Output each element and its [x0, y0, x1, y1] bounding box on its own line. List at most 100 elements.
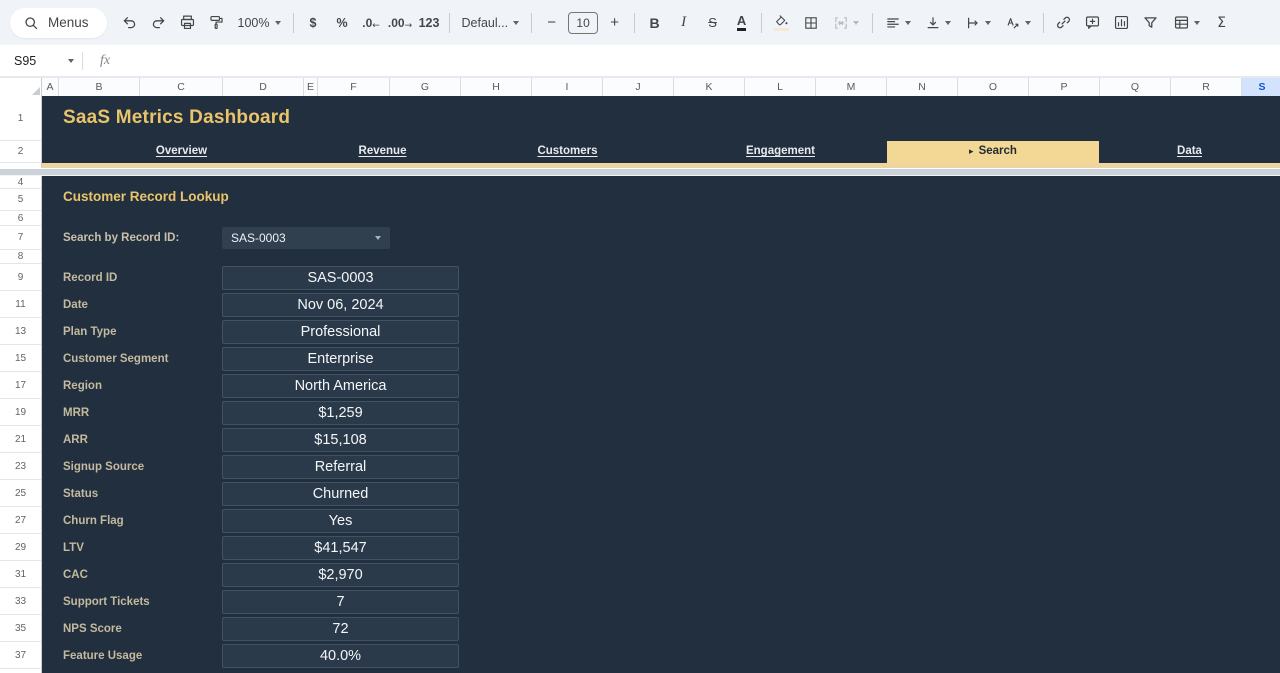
row-header-33[interactable]: 33: [0, 588, 41, 615]
tab-overview[interactable]: Overview: [59, 141, 304, 163]
field-value-cell[interactable]: $41,547: [222, 536, 459, 560]
menus-button[interactable]: Menus: [10, 8, 107, 38]
row-header-7[interactable]: 7: [0, 226, 41, 250]
row-header-11[interactable]: 11: [0, 291, 41, 318]
italic-button[interactable]: I: [670, 9, 697, 36]
tab-engagement[interactable]: Engagement: [674, 141, 887, 163]
field-value-cell[interactable]: 72: [222, 617, 459, 641]
strikethrough-button[interactable]: S: [699, 9, 726, 36]
field-value-cell[interactable]: $2,970: [222, 563, 459, 587]
row-header-19[interactable]: 19: [0, 399, 41, 426]
field-value-cell[interactable]: $15,108: [222, 428, 459, 452]
more-formats-button[interactable]: 123: [416, 9, 443, 36]
merge-cells-button[interactable]: [826, 9, 866, 36]
row-header-9[interactable]: 9: [0, 264, 41, 291]
column-header-i[interactable]: I: [532, 78, 603, 97]
font-select[interactable]: Defaul...: [455, 9, 527, 36]
field-value-cell[interactable]: Churned: [222, 482, 459, 506]
row-header-15[interactable]: 15: [0, 345, 41, 372]
row-header-8[interactable]: 8: [0, 250, 41, 264]
select-all-corner[interactable]: [0, 78, 42, 97]
row-header-2[interactable]: 2: [0, 141, 41, 163]
column-header-l[interactable]: L: [745, 78, 816, 97]
field-value-cell[interactable]: $1,259: [222, 401, 459, 425]
insert-chart-button[interactable]: [1108, 9, 1135, 36]
column-header-e[interactable]: E: [304, 78, 318, 97]
insert-comment-button[interactable]: [1079, 9, 1106, 36]
column-header-g[interactable]: G: [390, 78, 461, 97]
zoom-select[interactable]: 100%: [231, 9, 288, 36]
field-value-cell[interactable]: Professional: [222, 320, 459, 344]
tab-revenue[interactable]: Revenue: [304, 141, 461, 163]
row-header-4[interactable]: 4: [0, 176, 41, 189]
tab-search[interactable]: ▸Search: [887, 141, 1099, 163]
column-header-k[interactable]: K: [674, 78, 745, 97]
row-header-25[interactable]: 25: [0, 480, 41, 507]
row-header-37[interactable]: 37: [0, 642, 41, 669]
row-header-6[interactable]: 6: [0, 211, 41, 226]
increase-decimal-button[interactable]: .00→: [387, 9, 414, 36]
field-value-cell[interactable]: Nov 06, 2024: [222, 293, 459, 317]
paint-format-button[interactable]: [203, 9, 230, 36]
text-rotation-button[interactable]: [999, 9, 1037, 36]
field-value-cell[interactable]: Yes: [222, 509, 459, 533]
field-value-cell[interactable]: 7: [222, 590, 459, 614]
redo-button[interactable]: [145, 9, 172, 36]
column-header-h[interactable]: H: [461, 78, 532, 97]
font-size-input[interactable]: 10: [568, 12, 598, 34]
increase-font-size-button[interactable]: +: [601, 9, 628, 36]
vertical-align-button[interactable]: [919, 9, 957, 36]
row-header-21[interactable]: 21: [0, 426, 41, 453]
formula-input[interactable]: [110, 45, 1280, 76]
insert-link-button[interactable]: [1050, 9, 1077, 36]
bold-button[interactable]: B: [641, 9, 668, 36]
column-header-d[interactable]: D: [223, 78, 304, 97]
column-header-p[interactable]: P: [1029, 78, 1100, 97]
fill-color-button[interactable]: [768, 9, 795, 36]
column-header-n[interactable]: N: [887, 78, 958, 97]
tab-customers[interactable]: Customers: [461, 141, 674, 163]
row-header-29[interactable]: 29: [0, 534, 41, 561]
tab-data[interactable]: Data: [1099, 141, 1280, 163]
row-header-27[interactable]: 27: [0, 507, 41, 534]
column-header-o[interactable]: O: [958, 78, 1029, 97]
row-header-5[interactable]: 5: [0, 189, 41, 211]
cell-name-box[interactable]: S95: [0, 45, 82, 76]
field-value-cell[interactable]: 40.0%: [222, 644, 459, 668]
undo-button[interactable]: [116, 9, 143, 36]
field-value-cell[interactable]: North America: [222, 374, 459, 398]
row-header-35[interactable]: 35: [0, 615, 41, 642]
field-value-cell[interactable]: Enterprise: [222, 347, 459, 371]
format-currency-button[interactable]: $: [300, 9, 327, 36]
column-header-f[interactable]: F: [318, 78, 390, 97]
print-button[interactable]: [174, 9, 201, 36]
column-header-q[interactable]: Q: [1100, 78, 1171, 97]
decrease-decimal-button[interactable]: .0←: [358, 9, 385, 36]
decrease-font-size-button[interactable]: −: [538, 9, 565, 36]
functions-button[interactable]: Σ: [1208, 9, 1235, 36]
field-label: Record ID: [63, 266, 117, 290]
row-header-1[interactable]: 1: [0, 96, 41, 141]
text-color-button[interactable]: A: [728, 9, 755, 36]
row-header-13[interactable]: 13: [0, 318, 41, 345]
column-header-a[interactable]: A: [42, 78, 59, 97]
row-header-23[interactable]: 23: [0, 453, 41, 480]
column-header-b[interactable]: B: [59, 78, 140, 97]
format-percent-button[interactable]: %: [329, 9, 356, 36]
column-header-r[interactable]: R: [1171, 78, 1242, 97]
table-views-button[interactable]: [1166, 9, 1206, 36]
record-id-dropdown[interactable]: SAS-0003: [222, 227, 390, 249]
field-value-cell[interactable]: Referral: [222, 455, 459, 479]
row-header-31[interactable]: 31: [0, 561, 41, 588]
field-value-cell[interactable]: SAS-0003: [222, 266, 459, 290]
create-filter-button[interactable]: [1137, 9, 1164, 36]
row-header-17[interactable]: 17: [0, 372, 41, 399]
borders-button[interactable]: [797, 9, 824, 36]
collapsed-rows-divider[interactable]: [0, 168, 1280, 176]
column-header-s[interactable]: S: [1242, 78, 1280, 97]
column-header-j[interactable]: J: [603, 78, 674, 97]
column-header-m[interactable]: M: [816, 78, 887, 97]
horizontal-align-button[interactable]: [879, 9, 917, 36]
text-wrapping-button[interactable]: [959, 9, 997, 36]
column-header-c[interactable]: C: [140, 78, 223, 97]
